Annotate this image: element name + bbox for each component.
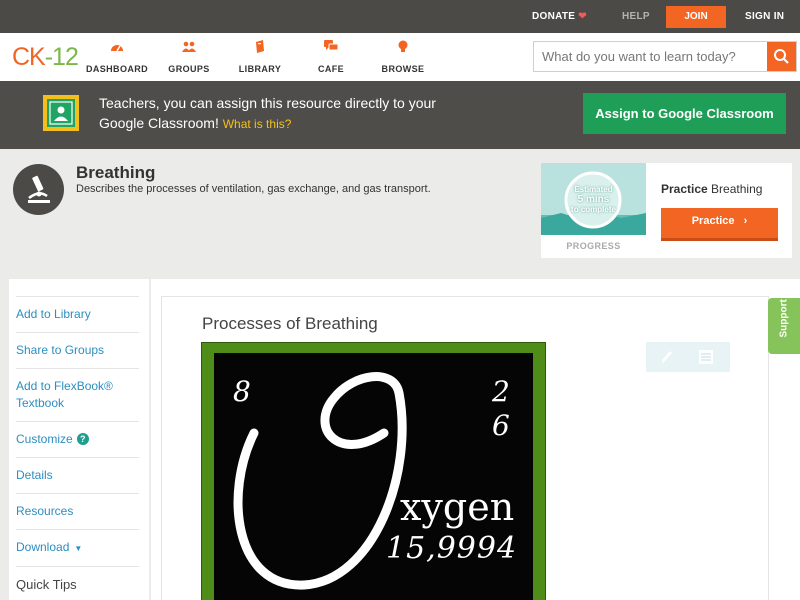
search-box [533,41,797,72]
heart-icon: ❤ [578,11,587,22]
sidebar-item-details[interactable]: Details [16,457,139,493]
nav-cafe[interactable]: CAFE [296,40,366,77]
help-link[interactable]: HELP [622,0,650,33]
search-icon [774,49,789,64]
support-label: Support [778,299,790,338]
nav-library[interactable]: LIBRARY [225,40,295,77]
sign-in-link[interactable]: SIGN IN [745,0,784,33]
content-toolbar [646,342,730,372]
practice-button-label: Practice [691,215,735,227]
caret-down-icon: ▼ [74,544,83,553]
concept-title: Breathing [76,163,156,182]
element-name-rest: xygen [400,485,515,529]
nav-groups-label: GROUPS [168,64,210,74]
sidebar: Add to Library Share to Groups Add to Fl… [9,279,149,600]
classroom-message: Teachers, you can assign this resource d… [99,93,459,134]
sidebar-item-download[interactable]: Download ▼ [16,529,139,566]
nav-browse-label: BROWSE [381,64,425,74]
chalkboard: 8 2 6 xygen 15,9994 [214,353,533,600]
progress-estimate-image: Estimated 5 mins to complete [541,163,646,235]
atomic-mass: 15,9994 [386,531,518,566]
atomic-number: 8 [233,375,251,408]
nav-dashboard-label: DASHBOARD [85,64,149,74]
sidebar-item-resources[interactable]: Resources [16,493,139,529]
library-icon [256,40,264,53]
join-button[interactable]: JOIN [666,6,726,28]
browse-icon [398,40,408,52]
cafe-icon [324,40,338,51]
groups-icon [182,41,196,52]
search-input[interactable] [534,42,768,71]
estimate-minutes: 5 mins [577,194,610,205]
ck12-logo[interactable]: CK-12 [12,43,79,72]
sidebar-item-share-to-groups[interactable]: Share to Groups [16,332,139,368]
assign-google-classroom-button[interactable]: Assign to Google Classroom [583,93,786,134]
practice-button[interactable]: Practice › [661,208,778,238]
progress-label: PROGRESS [566,241,621,251]
estimate-line-1: Estimated [574,185,613,194]
download-label: Download [16,540,70,554]
estimate-line-3: to complete [571,205,616,214]
practice-title: Practice Breathing [661,182,781,196]
what-is-this-link[interactable]: What is this? [223,117,292,131]
practice-topic: Breathing [711,182,763,196]
electron-shell-1: 2 [492,375,510,408]
microscope-icon [13,164,64,215]
concept-description: Describes the processes of ventilation, … [76,183,431,195]
main-navbar: CK-12 DASHBOARD GROUPS LIBRARY CAFE BROW… [0,33,800,81]
quick-tips-heading: Quick Tips [16,566,139,600]
sidebar-list: Add to Library Share to Groups Add to Fl… [16,296,139,600]
logo-part-12: -12 [44,43,79,71]
logo-part-ck: CK [12,43,46,71]
dashboard-icon [111,45,123,52]
nav-groups[interactable]: GROUPS [154,40,224,77]
nav-browse[interactable]: BROWSE [368,40,438,77]
sidebar-item-add-to-flexbook[interactable]: Add to FlexBook® Textbook [16,368,139,421]
donate-label: DONATE [532,11,576,22]
top-utility-bar: DONATE ❤ HELP JOIN SIGN IN [0,0,800,33]
donate-link[interactable]: DONATE ❤ [532,0,587,33]
practice-prefix: Practice [661,182,708,196]
pencil-icon[interactable] [658,348,676,366]
sidebar-item-add-to-library[interactable]: Add to Library [16,296,139,332]
content-title: Processes of Breathing [202,314,378,333]
oxygen-element-image: 8 2 6 xygen 15,9994 [201,342,546,600]
chevron-right-icon: › [743,215,748,227]
nav-cafe-label: CAFE [317,64,345,74]
help-question-icon[interactable]: ? [76,433,89,445]
google-classroom-icon [43,95,79,131]
nav-dashboard[interactable]: DASHBOARD [82,40,152,77]
support-tab[interactable]: Support [768,298,800,354]
sidebar-item-customize[interactable]: Customize? [16,421,139,457]
progress-card: Estimated 5 mins to complete PROGRESS Pr… [541,163,792,258]
customize-label: Customize [16,432,73,446]
electron-shell-2: 6 [492,409,510,442]
notes-icon[interactable] [698,349,714,365]
search-button[interactable] [767,42,796,71]
nav-library-label: LIBRARY [238,64,282,74]
